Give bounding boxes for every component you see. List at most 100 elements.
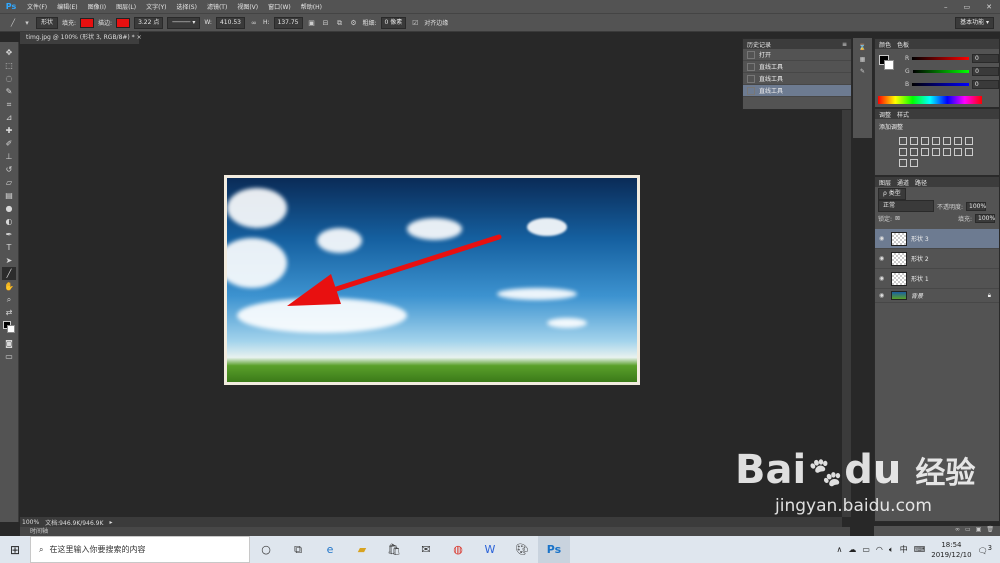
- layer-row[interactable]: ◉ 背景 🔒︎: [875, 289, 999, 303]
- play-icon[interactable]: ▸: [109, 519, 112, 526]
- foreground-background-color-icon[interactable]: [2, 319, 16, 337]
- brush-tool-icon[interactable]: ✐: [2, 137, 16, 150]
- red-slider[interactable]: [912, 57, 969, 60]
- close-tab-icon[interactable]: ×: [137, 34, 142, 41]
- ime-indicator[interactable]: 中: [900, 544, 908, 555]
- color-lookup-icon[interactable]: [932, 148, 940, 156]
- line-tool-icon[interactable]: ╱: [8, 18, 18, 28]
- layer-kind-filter[interactable]: ρ 类型: [878, 188, 906, 200]
- adjustments-tab[interactable]: 调整: [879, 110, 891, 119]
- history-item-selected[interactable]: 直线工具: [743, 85, 851, 97]
- menu-type[interactable]: 文字(Y): [141, 2, 171, 11]
- path-alignment-icon[interactable]: ⊟: [321, 18, 331, 28]
- fill-color-swatch[interactable]: [80, 17, 95, 28]
- keyboard-icon[interactable]: ⌨: [914, 545, 926, 554]
- path-arrangement-icon[interactable]: ⧉: [335, 18, 345, 28]
- background-swatch[interactable]: [884, 60, 894, 70]
- hue-saturation-icon[interactable]: [954, 137, 962, 145]
- height-input[interactable]: 137.75: [273, 16, 303, 29]
- history-item[interactable]: 直线工具: [743, 61, 851, 73]
- threshold-icon[interactable]: [965, 148, 973, 156]
- exposure-icon[interactable]: [932, 137, 940, 145]
- menu-window[interactable]: 窗口(W): [263, 2, 296, 11]
- notification-icon[interactable]: 🗨︎3: [978, 544, 992, 556]
- channel-mixer-icon[interactable]: [921, 148, 929, 156]
- blue-slider[interactable]: [912, 83, 969, 86]
- color-tab[interactable]: 颜色: [879, 40, 891, 49]
- panel-menu-icon[interactable]: ≡: [842, 41, 851, 48]
- cortana-icon[interactable]: ○: [250, 543, 282, 556]
- restore-button[interactable]: ▭: [964, 3, 971, 11]
- vibrance-icon[interactable]: [943, 137, 951, 145]
- document-tab[interactable]: timg.jpg @ 100% (形状 3, RGB/8#) * ×: [20, 32, 142, 44]
- blend-mode-select[interactable]: 正常: [878, 200, 934, 212]
- taskbar-search-box[interactable]: ⌕ 在这里输入你要搜索的内容: [30, 536, 250, 563]
- selective-color-icon[interactable]: [910, 159, 918, 167]
- menu-edit[interactable]: 编辑(E): [52, 2, 82, 11]
- menu-file[interactable]: 文件(F): [22, 2, 52, 11]
- brightness-icon[interactable]: [899, 137, 907, 145]
- windows-start-icon[interactable]: ⊞: [0, 543, 30, 557]
- channels-tab[interactable]: 通道: [897, 178, 909, 187]
- green-slider[interactable]: [912, 70, 970, 73]
- wifi-icon[interactable]: ◠: [876, 545, 883, 554]
- path-operations-icon[interactable]: ▣: [307, 18, 317, 28]
- fill-input[interactable]: 100%: [975, 213, 995, 223]
- menu-select[interactable]: 选择(S): [171, 2, 202, 11]
- red-arrow-shape[interactable]: [227, 178, 637, 382]
- history-item[interactable]: 直线工具: [743, 73, 851, 85]
- file-explorer-icon[interactable]: ▰: [346, 543, 378, 556]
- move-tool-icon[interactable]: ✥: [2, 46, 16, 59]
- brush-panel-icon[interactable]: ✎: [860, 68, 865, 75]
- healing-brush-tool-icon[interactable]: ✚: [2, 124, 16, 137]
- color-balance-icon[interactable]: [965, 137, 973, 145]
- curves-icon[interactable]: [921, 137, 929, 145]
- gradient-map-icon[interactable]: [899, 159, 907, 167]
- eraser-tool-icon[interactable]: ▱: [2, 176, 16, 189]
- stroke-type-select[interactable]: ───── ▾: [167, 16, 201, 29]
- pen-tool-icon[interactable]: ✒: [2, 228, 16, 241]
- volume-icon[interactable]: 🔈︎: [889, 545, 894, 555]
- history-brush-tool-icon[interactable]: ↺: [2, 163, 16, 176]
- menu-view[interactable]: 视图(V): [232, 2, 263, 11]
- layer-row[interactable]: ◉ 形状 2: [875, 249, 999, 269]
- quick-select-tool-icon[interactable]: ✎: [2, 85, 16, 98]
- eyedropper-tool-icon[interactable]: ⊿: [2, 111, 16, 124]
- path-select-tool-icon[interactable]: ➤: [2, 254, 16, 267]
- width-input[interactable]: 410.53: [215, 16, 245, 29]
- gradient-tool-icon[interactable]: ▤: [2, 189, 16, 202]
- dodge-tool-icon[interactable]: ◐: [2, 215, 16, 228]
- hand-tool-icon[interactable]: ✋: [2, 280, 16, 293]
- minimize-button[interactable]: –: [944, 3, 948, 11]
- layer-row[interactable]: ◉ 形状 3: [875, 229, 999, 249]
- posterize-icon[interactable]: [954, 148, 962, 156]
- info-panel-icon[interactable]: ▦: [860, 56, 866, 63]
- edge-icon[interactable]: e: [314, 543, 346, 556]
- chevron-up-icon[interactable]: ∧: [836, 545, 842, 554]
- red-value[interactable]: 0: [971, 54, 999, 63]
- paths-tab[interactable]: 路径: [915, 178, 927, 187]
- background-swatch[interactable]: [7, 325, 15, 333]
- zoom-tool-icon[interactable]: ⌕: [2, 293, 16, 306]
- swatches-tab[interactable]: 色板: [897, 40, 909, 49]
- line-tool-icon[interactable]: ╱: [2, 267, 16, 280]
- layers-tab[interactable]: 图层: [879, 178, 891, 187]
- eye-icon[interactable]: ◉: [879, 292, 887, 299]
- chrome-icon[interactable]: ◍: [442, 543, 474, 556]
- eye-icon[interactable]: ◉: [879, 275, 887, 282]
- network-icon[interactable]: ▭: [862, 545, 870, 554]
- opacity-input[interactable]: 100%: [966, 201, 986, 211]
- eye-icon[interactable]: ◉: [879, 235, 887, 242]
- history-tab[interactable]: 历史记录: [747, 40, 771, 49]
- invert-icon[interactable]: [943, 148, 951, 156]
- mail-icon[interactable]: ✉: [410, 543, 442, 556]
- stroke-color-swatch[interactable]: [116, 17, 131, 28]
- store-icon[interactable]: 🛍︎: [378, 543, 410, 556]
- swap-colors-icon[interactable]: ⇄: [2, 306, 16, 319]
- menu-help[interactable]: 帮助(H): [296, 2, 327, 11]
- layer-row[interactable]: ◉ 形状 1: [875, 269, 999, 289]
- black-white-icon[interactable]: [899, 148, 907, 156]
- clock[interactable]: 18:54 2019/12/10: [931, 540, 971, 560]
- green-value[interactable]: 0: [972, 67, 999, 76]
- blur-tool-icon[interactable]: ●: [2, 202, 16, 215]
